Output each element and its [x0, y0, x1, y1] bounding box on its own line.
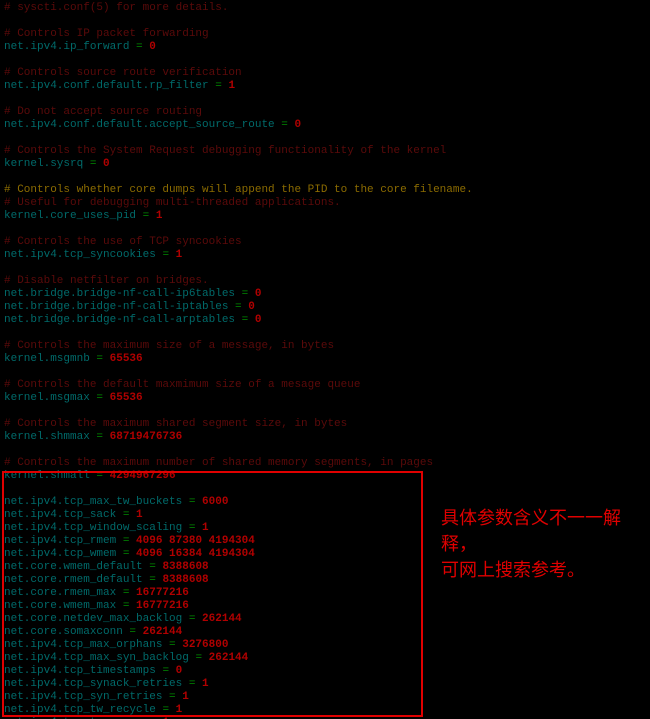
terminal-line: # Controls IP packet forwarding [4, 28, 646, 41]
terminal-line [4, 262, 646, 275]
terminal-line [4, 444, 646, 457]
terminal-line [4, 132, 646, 145]
terminal-line [4, 483, 646, 496]
terminal-line [4, 223, 646, 236]
terminal-line: net.ipv4.tcp_max_syn_backlog = 262144 [4, 652, 646, 665]
terminal-output: # syscti.conf(5) for more details. # Con… [0, 0, 650, 719]
terminal-line: net.core.netdev_max_backlog = 262144 [4, 613, 646, 626]
annotation-text: 具体参数含义不一一解释， 可网上搜索参考。 [441, 505, 650, 583]
terminal-line: net.ipv4.tcp_max_orphans = 3276800 [4, 639, 646, 652]
terminal-line [4, 405, 646, 418]
terminal-line: kernel.sysrq = 0 [4, 158, 646, 171]
terminal-line: # Useful for debugging multi-threaded ap… [4, 197, 646, 210]
terminal-line: net.bridge.bridge-nf-call-ip6tables = 0 [4, 288, 646, 301]
terminal-line: kernel.msgmax = 65536 [4, 392, 646, 405]
terminal-line: kernel.msgmnb = 65536 [4, 353, 646, 366]
terminal-line: # Controls the default maxmimum size of … [4, 379, 646, 392]
terminal-line: # Controls the System Request debugging … [4, 145, 646, 158]
terminal-line: net.bridge.bridge-nf-call-iptables = 0 [4, 301, 646, 314]
terminal-line: # Controls the use of TCP syncookies [4, 236, 646, 249]
terminal-line: net.core.somaxconn = 262144 [4, 626, 646, 639]
terminal-line [4, 366, 646, 379]
terminal-line: kernel.shmall = 4294967296 [4, 470, 646, 483]
terminal-line: net.ipv4.tcp_syn_retries = 1 [4, 691, 646, 704]
terminal-line: # Controls whether core dumps will appen… [4, 184, 646, 197]
terminal-line [4, 171, 646, 184]
terminal-line: net.ipv4.conf.default.rp_filter = 1 [4, 80, 646, 93]
terminal-line: # Controls the maximum number of shared … [4, 457, 646, 470]
terminal-line: net.core.rmem_max = 16777216 [4, 587, 646, 600]
terminal-line: net.ipv4.conf.default.accept_source_rout… [4, 119, 646, 132]
terminal-line [4, 15, 646, 28]
terminal-line: # Controls source route verification [4, 67, 646, 80]
terminal-line: net.ipv4.tcp_tw_recycle = 1 [4, 704, 646, 717]
terminal-line: # Do not accept source routing [4, 106, 646, 119]
terminal-line [4, 93, 646, 106]
terminal-line: # Controls the maximum shared segment si… [4, 418, 646, 431]
annotation-line-2: 可网上搜索参考。 [441, 560, 585, 580]
terminal-line: kernel.core_uses_pid = 1 [4, 210, 646, 223]
terminal-line: net.ipv4.ip_forward = 0 [4, 41, 646, 54]
terminal-line: net.core.wmem_max = 16777216 [4, 600, 646, 613]
terminal-line: kernel.shmmax = 68719476736 [4, 431, 646, 444]
annotation-line-1: 具体参数含义不一一解释， [441, 508, 621, 554]
terminal-line: # Controls the maximum size of a message… [4, 340, 646, 353]
terminal-line [4, 327, 646, 340]
terminal-line: # Disable netfilter on bridges. [4, 275, 646, 288]
terminal-line [4, 54, 646, 67]
terminal-line: net.ipv4.tcp_timestamps = 0 [4, 665, 646, 678]
terminal-line: net.ipv4.tcp_synack_retries = 1 [4, 678, 646, 691]
terminal-line: # syscti.conf(5) for more details. [4, 2, 646, 15]
terminal-line: net.bridge.bridge-nf-call-arptables = 0 [4, 314, 646, 327]
terminal-line: net.ipv4.tcp_syncookies = 1 [4, 249, 646, 262]
